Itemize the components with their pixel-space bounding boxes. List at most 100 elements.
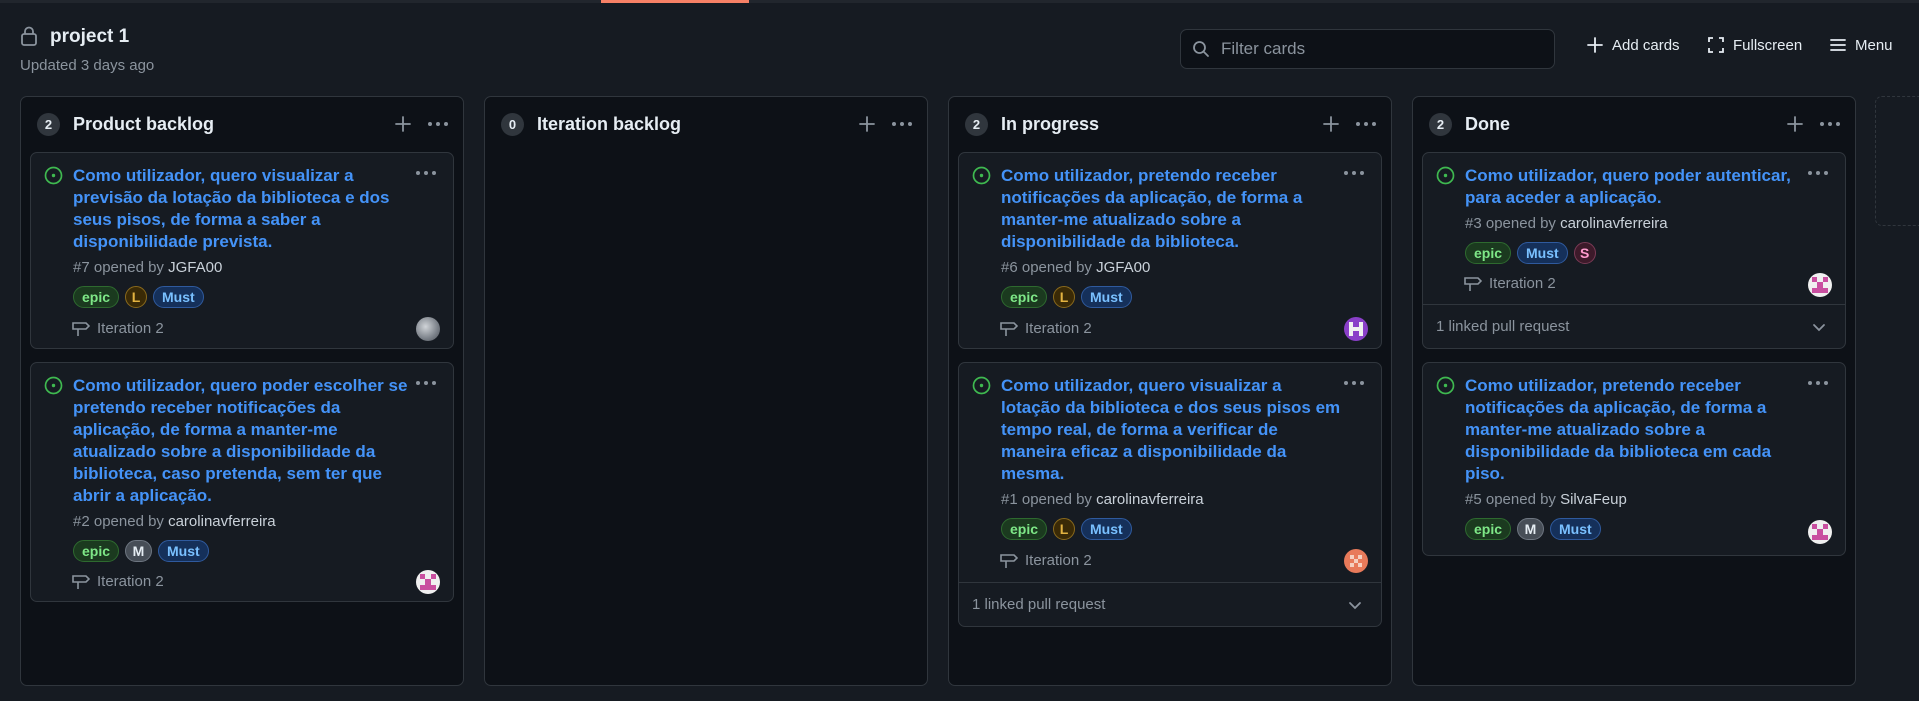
issue-card[interactable]: Como utilizador, quero poder escolher se… — [30, 362, 454, 602]
add-card-plus-icon[interactable] — [1785, 114, 1805, 134]
filter-cards-field[interactable] — [1180, 29, 1555, 69]
label-list: epic M Must — [73, 540, 209, 562]
fullscreen-icon — [1708, 37, 1724, 53]
issue-card[interactable]: Como utilizador, pretendo receber notifi… — [958, 152, 1382, 349]
pink-avatar[interactable] — [416, 570, 440, 594]
label-priority[interactable]: Must — [1550, 518, 1601, 540]
issue-card[interactable]: Como utilizador, quero poder autenticar,… — [1422, 152, 1846, 349]
column-more-icon[interactable] — [891, 114, 913, 134]
column-title: Done — [1465, 114, 1510, 134]
label-epic[interactable]: epic — [1465, 242, 1512, 264]
add-card-plus-icon[interactable] — [1321, 114, 1341, 134]
iteration-field: Iteration 2 — [72, 572, 164, 590]
project-header: project 1 Updated 3 days ago Add cards F… — [0, 0, 1919, 92]
open-issue-icon — [1436, 376, 1455, 395]
issue-card[interactable]: Como utilizador, quero visualizar a prev… — [30, 152, 454, 349]
issue-card[interactable]: Como utilizador, pretendo receber notifi… — [1422, 362, 1846, 556]
label-priority[interactable]: Must — [153, 286, 204, 308]
card-more-icon[interactable] — [1807, 163, 1829, 183]
column-product-backlog: 2 Product backlog Como utilizador, quero… — [20, 96, 464, 686]
label-epic[interactable]: epic — [1465, 518, 1512, 540]
gray-avatar[interactable] — [416, 317, 440, 341]
chevron-down-icon[interactable] — [1347, 597, 1363, 613]
pink-avatar[interactable] — [1808, 273, 1832, 297]
issue-author[interactable]: carolinavferreira — [1560, 215, 1668, 232]
iteration-field: Iteration 2 — [72, 319, 164, 337]
label-epic[interactable]: epic — [1001, 286, 1048, 308]
issue-author[interactable]: JGFA00 — [168, 259, 222, 276]
card-more-icon[interactable] — [1343, 373, 1365, 393]
column-title: Product backlog — [73, 114, 215, 134]
open-issue-icon — [44, 166, 63, 185]
column-count: 2 — [965, 113, 988, 136]
fullscreen-button[interactable]: Fullscreen — [1707, 36, 1802, 54]
label-priority[interactable]: Must — [158, 540, 209, 562]
fullscreen-label: Fullscreen — [1733, 36, 1803, 54]
label-size[interactable]: L — [125, 286, 148, 308]
issue-title-link[interactable]: Como utilizador, pretendo receber notifi… — [1465, 375, 1790, 485]
issue-number: #5 opened by — [1465, 491, 1556, 508]
label-size[interactable]: M — [125, 540, 153, 562]
label-size[interactable]: S — [1573, 242, 1596, 264]
open-issue-icon — [44, 376, 63, 395]
issue-author[interactable]: SilvaFeup — [1560, 491, 1627, 508]
filter-cards-input[interactable] — [1221, 30, 1541, 68]
label-priority[interactable]: Must — [1517, 242, 1568, 264]
column-done: 2 Done Como utilizador, quero poder aute… — [1412, 96, 1856, 686]
label-priority[interactable]: Must — [1081, 518, 1132, 540]
column-more-icon[interactable] — [1819, 114, 1841, 134]
add-cards-label: Add cards — [1612, 36, 1680, 54]
identicon-icon — [1812, 524, 1828, 540]
card-more-icon[interactable] — [415, 373, 437, 393]
issue-author[interactable]: carolinavferreira — [1096, 491, 1204, 508]
linked-pull-request-row[interactable]: 1 linked pull request — [959, 582, 1381, 626]
pink-avatar[interactable] — [1808, 520, 1832, 544]
label-size[interactable]: L — [1053, 286, 1076, 308]
label-epic[interactable]: epic — [73, 286, 120, 308]
column-more-icon[interactable] — [1355, 114, 1377, 134]
add-card-plus-icon[interactable] — [393, 114, 413, 134]
issue-title-link[interactable]: Como utilizador, quero poder autenticar,… — [1465, 165, 1805, 209]
menu-button[interactable]: Menu — [1829, 36, 1893, 54]
iteration-icon — [72, 322, 90, 336]
issue-card[interactable]: Como utilizador, quero visualizar a lota… — [958, 362, 1382, 627]
label-size[interactable]: M — [1517, 518, 1545, 540]
issue-author[interactable]: JGFA00 — [1096, 259, 1150, 276]
add-card-plus-icon[interactable] — [857, 114, 877, 134]
issue-number: #6 opened by — [1001, 259, 1092, 276]
issue-number: #7 opened by — [73, 259, 164, 276]
issue-title-link[interactable]: Como utilizador, pretendo receber notifi… — [1001, 165, 1326, 253]
label-size[interactable]: L — [1053, 518, 1076, 540]
label-epic[interactable]: epic — [73, 540, 120, 562]
iteration-label: Iteration 2 — [1025, 551, 1092, 569]
label-priority[interactable]: Must — [1081, 286, 1132, 308]
orange-avatar[interactable] — [1344, 549, 1368, 573]
purple-avatar[interactable] — [1344, 317, 1368, 341]
column-in-progress: 2 In progress Como utilizador, pretendo … — [948, 96, 1392, 686]
issue-title-link[interactable]: Como utilizador, quero visualizar a lota… — [1001, 375, 1341, 485]
label-epic[interactable]: epic — [1001, 518, 1048, 540]
card-more-icon[interactable] — [1807, 373, 1829, 393]
linked-pull-request-row[interactable]: 1 linked pull request — [1423, 304, 1845, 348]
issue-meta: #1 opened by carolinavferreira — [1001, 491, 1204, 508]
label-list: epic L Must — [1001, 518, 1132, 540]
identicon-icon — [1349, 322, 1363, 336]
column-more-icon[interactable] — [427, 114, 449, 134]
plus-icon — [1587, 37, 1603, 53]
card-more-icon[interactable] — [1343, 163, 1365, 183]
chevron-down-icon[interactable] — [1811, 319, 1827, 335]
issue-author[interactable]: carolinavferreira — [168, 513, 276, 530]
add-column-placeholder[interactable] — [1875, 96, 1919, 226]
updated-timestamp: Updated 3 days ago — [20, 57, 155, 74]
hamburger-icon — [1830, 39, 1846, 51]
iteration-field: Iteration 2 — [1000, 319, 1092, 337]
issue-meta: #5 opened by SilvaFeup — [1465, 491, 1627, 508]
open-issue-icon — [1436, 166, 1455, 185]
add-cards-button[interactable]: Add cards — [1586, 36, 1680, 54]
search-icon — [1193, 41, 1209, 57]
issue-number: #3 opened by — [1465, 215, 1556, 232]
card-more-icon[interactable] — [415, 163, 437, 183]
column-count: 2 — [1429, 113, 1452, 136]
issue-title-link[interactable]: Como utilizador, quero visualizar a prev… — [73, 165, 398, 253]
issue-title-link[interactable]: Como utilizador, quero poder escolher se… — [73, 375, 413, 507]
